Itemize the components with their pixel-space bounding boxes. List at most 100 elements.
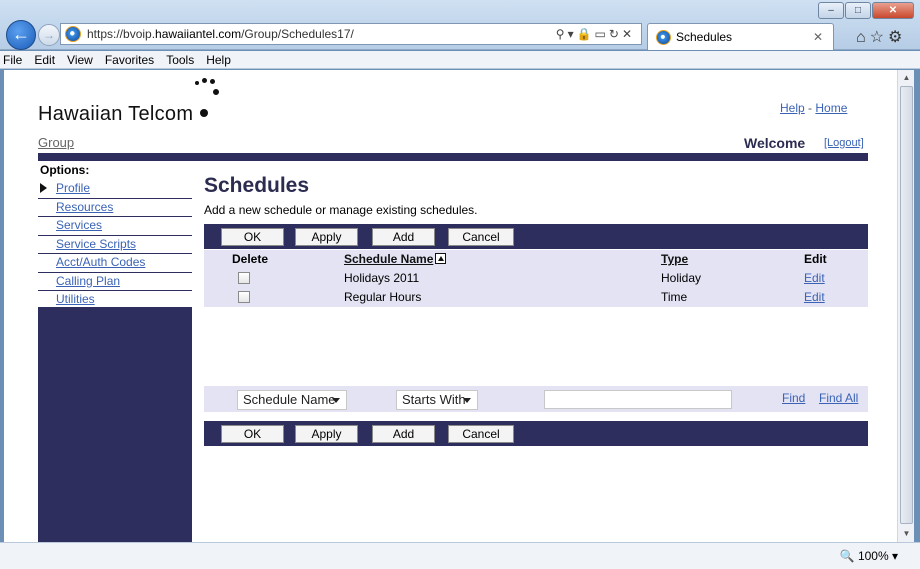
logo-text: Hawaiian Telcom	[38, 103, 194, 125]
chevron-down-icon	[463, 398, 471, 403]
column-edit: Edit	[804, 252, 827, 266]
browser-titlebar: – □ ✕ ← → https://bvoip.hawaiiantel.com/…	[0, 0, 920, 50]
top-button-bar: OK Apply Add Cancel	[204, 224, 868, 249]
delete-checkbox[interactable]	[238, 272, 250, 284]
sidebar-item-acct-auth-codes[interactable]: Acct/Auth Codes	[38, 254, 192, 273]
find-all-link[interactable]: Find All	[819, 391, 858, 405]
column-delete: Delete	[232, 252, 269, 266]
table-row: Regular Hours Time Edit	[204, 288, 868, 307]
sidebar-item-label: Acct/Auth Codes	[56, 255, 146, 269]
schedule-type-cell: Time	[661, 290, 688, 304]
zoom-level[interactable]: 🔍 100% ▾	[840, 549, 898, 563]
maximize-icon[interactable]: □	[845, 2, 871, 19]
column-schedule-name-label: Schedule Name	[344, 252, 434, 266]
find-link[interactable]: Find	[782, 391, 805, 405]
main-content: Schedules Add a new schedule or manage e…	[200, 161, 868, 542]
table-row: Holidays 2011 Holiday Edit	[204, 269, 868, 288]
page-title: Schedules	[204, 174, 310, 197]
vertical-scrollbar[interactable]: ▲ ▼	[897, 70, 914, 542]
ie-page-icon	[65, 26, 81, 42]
tab-schedules[interactable]: Schedules ✕	[647, 23, 834, 50]
page-viewport: Hawaiian Telcom Group Help - Home Welcom…	[4, 70, 897, 542]
sidebar-item-resources[interactable]: Resources	[38, 199, 192, 217]
forward-icon[interactable]: →	[38, 24, 60, 46]
scroll-down-icon[interactable]: ▼	[898, 526, 915, 542]
menu-bar: File Edit View Favorites Tools Help	[0, 51, 920, 69]
address-url[interactable]: https://bvoip.hawaiiantel.com/Group/Sche…	[87, 27, 556, 41]
search-mode-value: Starts With	[402, 392, 466, 407]
cancel-button[interactable]: Cancel	[448, 228, 514, 246]
tab-close-icon[interactable]: ✕	[813, 30, 823, 44]
ok-button[interactable]: OK	[221, 425, 284, 443]
column-schedule-name[interactable]: Schedule Name	[344, 252, 447, 266]
sidebar-item-label: Profile	[56, 181, 91, 195]
welcome-text: Welcome	[744, 135, 806, 151]
url-domain: hawaiiantel.com	[155, 27, 242, 41]
close-window-icon[interactable]: ✕	[872, 2, 914, 19]
address-tools-icon[interactable]: ⚲▾🔒▭↻✕	[556, 27, 641, 41]
logo-dot-icon	[200, 109, 208, 117]
schedule-name-cell: Holidays 2011	[344, 271, 420, 285]
menu-favorites[interactable]: Favorites	[105, 53, 154, 67]
search-input[interactable]	[544, 390, 732, 409]
logo-dots-icon	[192, 74, 219, 98]
search-mode-select[interactable]: Starts With	[396, 390, 478, 410]
back-icon[interactable]: ←	[6, 20, 36, 50]
edit-link[interactable]: Edit	[804, 290, 825, 304]
menu-help[interactable]: Help	[206, 53, 231, 67]
search-field-value: Schedule Name	[243, 392, 336, 407]
top-links-separator: -	[808, 101, 813, 115]
help-link[interactable]: Help	[780, 101, 805, 115]
sidebar-item-label: Service Scripts	[56, 236, 137, 251]
sidebar-title: Options:	[40, 163, 90, 177]
scroll-thumb[interactable]	[900, 86, 913, 524]
sidebar-item-label: Utilities	[56, 292, 95, 306]
column-type[interactable]: Type	[661, 252, 688, 266]
schedule-name-cell: Regular Hours	[344, 290, 422, 304]
address-bar[interactable]: https://bvoip.hawaiiantel.com/Group/Sche…	[60, 23, 642, 45]
current-item-arrow-icon	[40, 183, 47, 193]
add-button[interactable]: Add	[372, 425, 435, 443]
cancel-button[interactable]: Cancel	[448, 425, 514, 443]
window-controls: – □ ✕	[817, 2, 914, 19]
home-favorites-settings-icons[interactable]: ⌂☆⚙	[856, 27, 906, 47]
ie-tab-icon	[656, 29, 671, 45]
sort-ascending-icon[interactable]	[435, 253, 447, 264]
group-link[interactable]: Group	[38, 135, 74, 150]
bottom-button-bar: OK Apply Add Cancel	[204, 421, 868, 446]
url-path: /Group/Schedules17/	[241, 27, 354, 41]
apply-button[interactable]: Apply	[295, 425, 358, 443]
sidebar-item-label: Resources	[56, 199, 114, 214]
scroll-up-icon[interactable]: ▲	[898, 70, 915, 86]
menu-file[interactable]: File	[3, 53, 22, 67]
menu-edit[interactable]: Edit	[34, 53, 55, 67]
ok-button[interactable]: OK	[221, 228, 284, 246]
sidebar-item-calling-plan[interactable]: Calling Plan	[38, 273, 192, 291]
url-prefix: https://bvoip.	[87, 27, 156, 41]
sidebar: Options: Profile Resources Services Serv…	[38, 161, 192, 542]
add-button[interactable]: Add	[372, 228, 435, 246]
menu-view[interactable]: View	[67, 53, 93, 67]
schedule-type-cell: Holiday	[661, 271, 702, 285]
sidebar-list: Options: Profile Resources Services Serv…	[38, 161, 192, 310]
minimize-icon[interactable]: –	[818, 2, 844, 19]
top-links: Help - Home	[780, 101, 847, 115]
apply-button[interactable]: Apply	[295, 228, 358, 246]
search-filter-row: Schedule Name Starts With Find Find All	[204, 386, 868, 412]
delete-checkbox[interactable]	[238, 291, 250, 303]
sidebar-item-profile[interactable]: Profile	[38, 180, 192, 199]
zoom-icon: 🔍	[839, 549, 855, 563]
sidebar-item-utilities[interactable]: Utilities	[38, 291, 192, 310]
edit-link[interactable]: Edit	[804, 271, 825, 285]
chevron-down-icon	[332, 398, 340, 403]
home-link[interactable]: Home	[815, 101, 847, 115]
search-field-select[interactable]: Schedule Name	[237, 390, 347, 410]
logout-link[interactable]: [Logout]	[824, 137, 864, 149]
zoom-value: 100%	[857, 549, 889, 563]
status-bar: 🔍 100% ▾	[0, 542, 920, 569]
menu-tools[interactable]: Tools	[166, 53, 194, 67]
sidebar-item-service-scripts[interactable]: Service Scripts	[38, 236, 192, 254]
sidebar-item-services[interactable]: Services	[38, 217, 192, 236]
page-subtitle: Add a new schedule or manage existing sc…	[204, 203, 478, 217]
header-band	[38, 153, 868, 161]
